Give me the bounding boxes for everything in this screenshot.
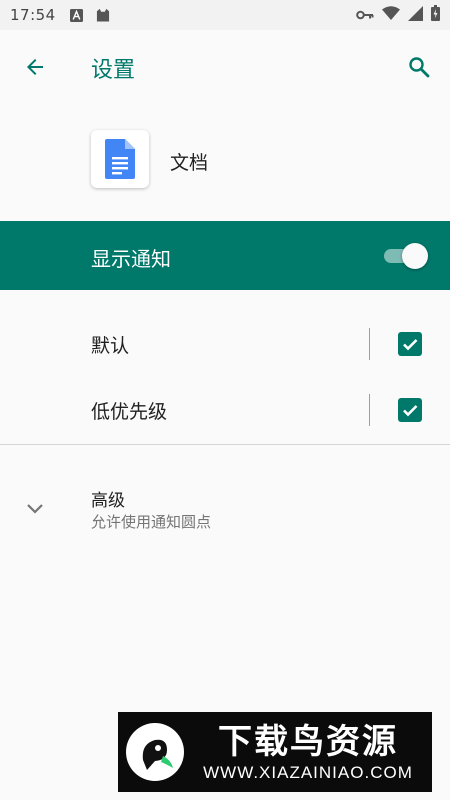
wifi-icon: [382, 6, 400, 24]
a-badge-icon: [70, 8, 84, 22]
switch-thumb: [402, 243, 428, 269]
arrow-back-icon: [27, 59, 43, 75]
channel-row-low-priority[interactable]: 低优先级: [0, 377, 450, 443]
channel-checkbox-default[interactable]: [398, 332, 422, 356]
toolbar: 设置: [0, 30, 450, 104]
chevron-down-icon: [24, 497, 46, 519]
back-button[interactable]: [20, 52, 50, 82]
advanced-title: 高级: [91, 491, 125, 511]
vpn-key-icon: [356, 6, 374, 24]
vertical-divider: [369, 328, 370, 360]
watermark-text: 下载鸟资源 WWW.XIAZAINIAO.COM: [184, 721, 432, 783]
watermark-banner: 下载鸟资源 WWW.XIAZAINIAO.COM: [118, 712, 432, 792]
status-time: 17:54: [10, 6, 56, 24]
section-divider: [0, 444, 450, 445]
show-notifications-switch[interactable]: [384, 243, 428, 269]
page-title: 设置: [91, 58, 136, 83]
search-icon: [409, 57, 430, 78]
docs-file-icon: [91, 130, 149, 188]
watermark-url: WWW.XIAZAINIAO.COM: [203, 763, 413, 782]
app-header: 文档: [0, 130, 450, 190]
app-name: 文档: [170, 152, 209, 174]
show-notifications-label: 显示通知: [91, 247, 171, 271]
channel-label: 默认: [91, 335, 130, 357]
cat-notification-icon: [96, 8, 110, 22]
advanced-row[interactable]: 高级 允许使用通知圆点: [0, 470, 450, 546]
signal-icon: [408, 5, 423, 25]
channel-label: 低优先级: [91, 401, 168, 423]
watermark-title: 下载鸟资源: [218, 722, 398, 762]
battery-icon: [431, 5, 440, 25]
bird-logo-icon: [126, 723, 184, 781]
channel-checkbox-low-priority[interactable]: [398, 398, 422, 422]
check-icon: [403, 339, 418, 351]
search-button[interactable]: [404, 52, 434, 82]
status-bar: 17:54: [0, 0, 450, 30]
advanced-summary: 允许使用通知圆点: [91, 513, 212, 531]
show-notifications-row[interactable]: 显示通知: [0, 221, 450, 290]
vertical-divider: [369, 394, 370, 426]
check-icon: [403, 405, 418, 417]
channel-row-default[interactable]: 默认: [0, 311, 450, 377]
